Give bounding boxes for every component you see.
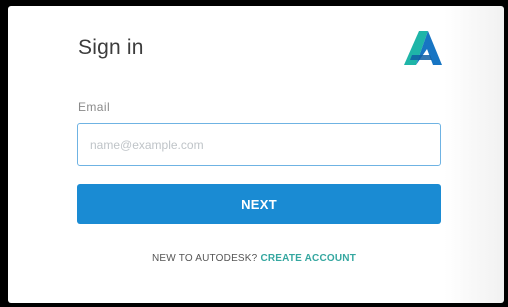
page-title: Sign in bbox=[78, 36, 144, 59]
autodesk-logo-icon bbox=[404, 31, 442, 65]
next-button[interactable]: NEXT bbox=[77, 184, 441, 224]
create-account-footer: NEW TO AUTODESK? CREATE ACCOUNT bbox=[0, 253, 508, 264]
create-account-link[interactable]: CREATE ACCOUNT bbox=[260, 253, 356, 264]
email-label: Email bbox=[78, 100, 111, 114]
new-to-autodesk-text: NEW TO AUTODESK? bbox=[151, 253, 258, 264]
email-field[interactable] bbox=[77, 123, 441, 166]
